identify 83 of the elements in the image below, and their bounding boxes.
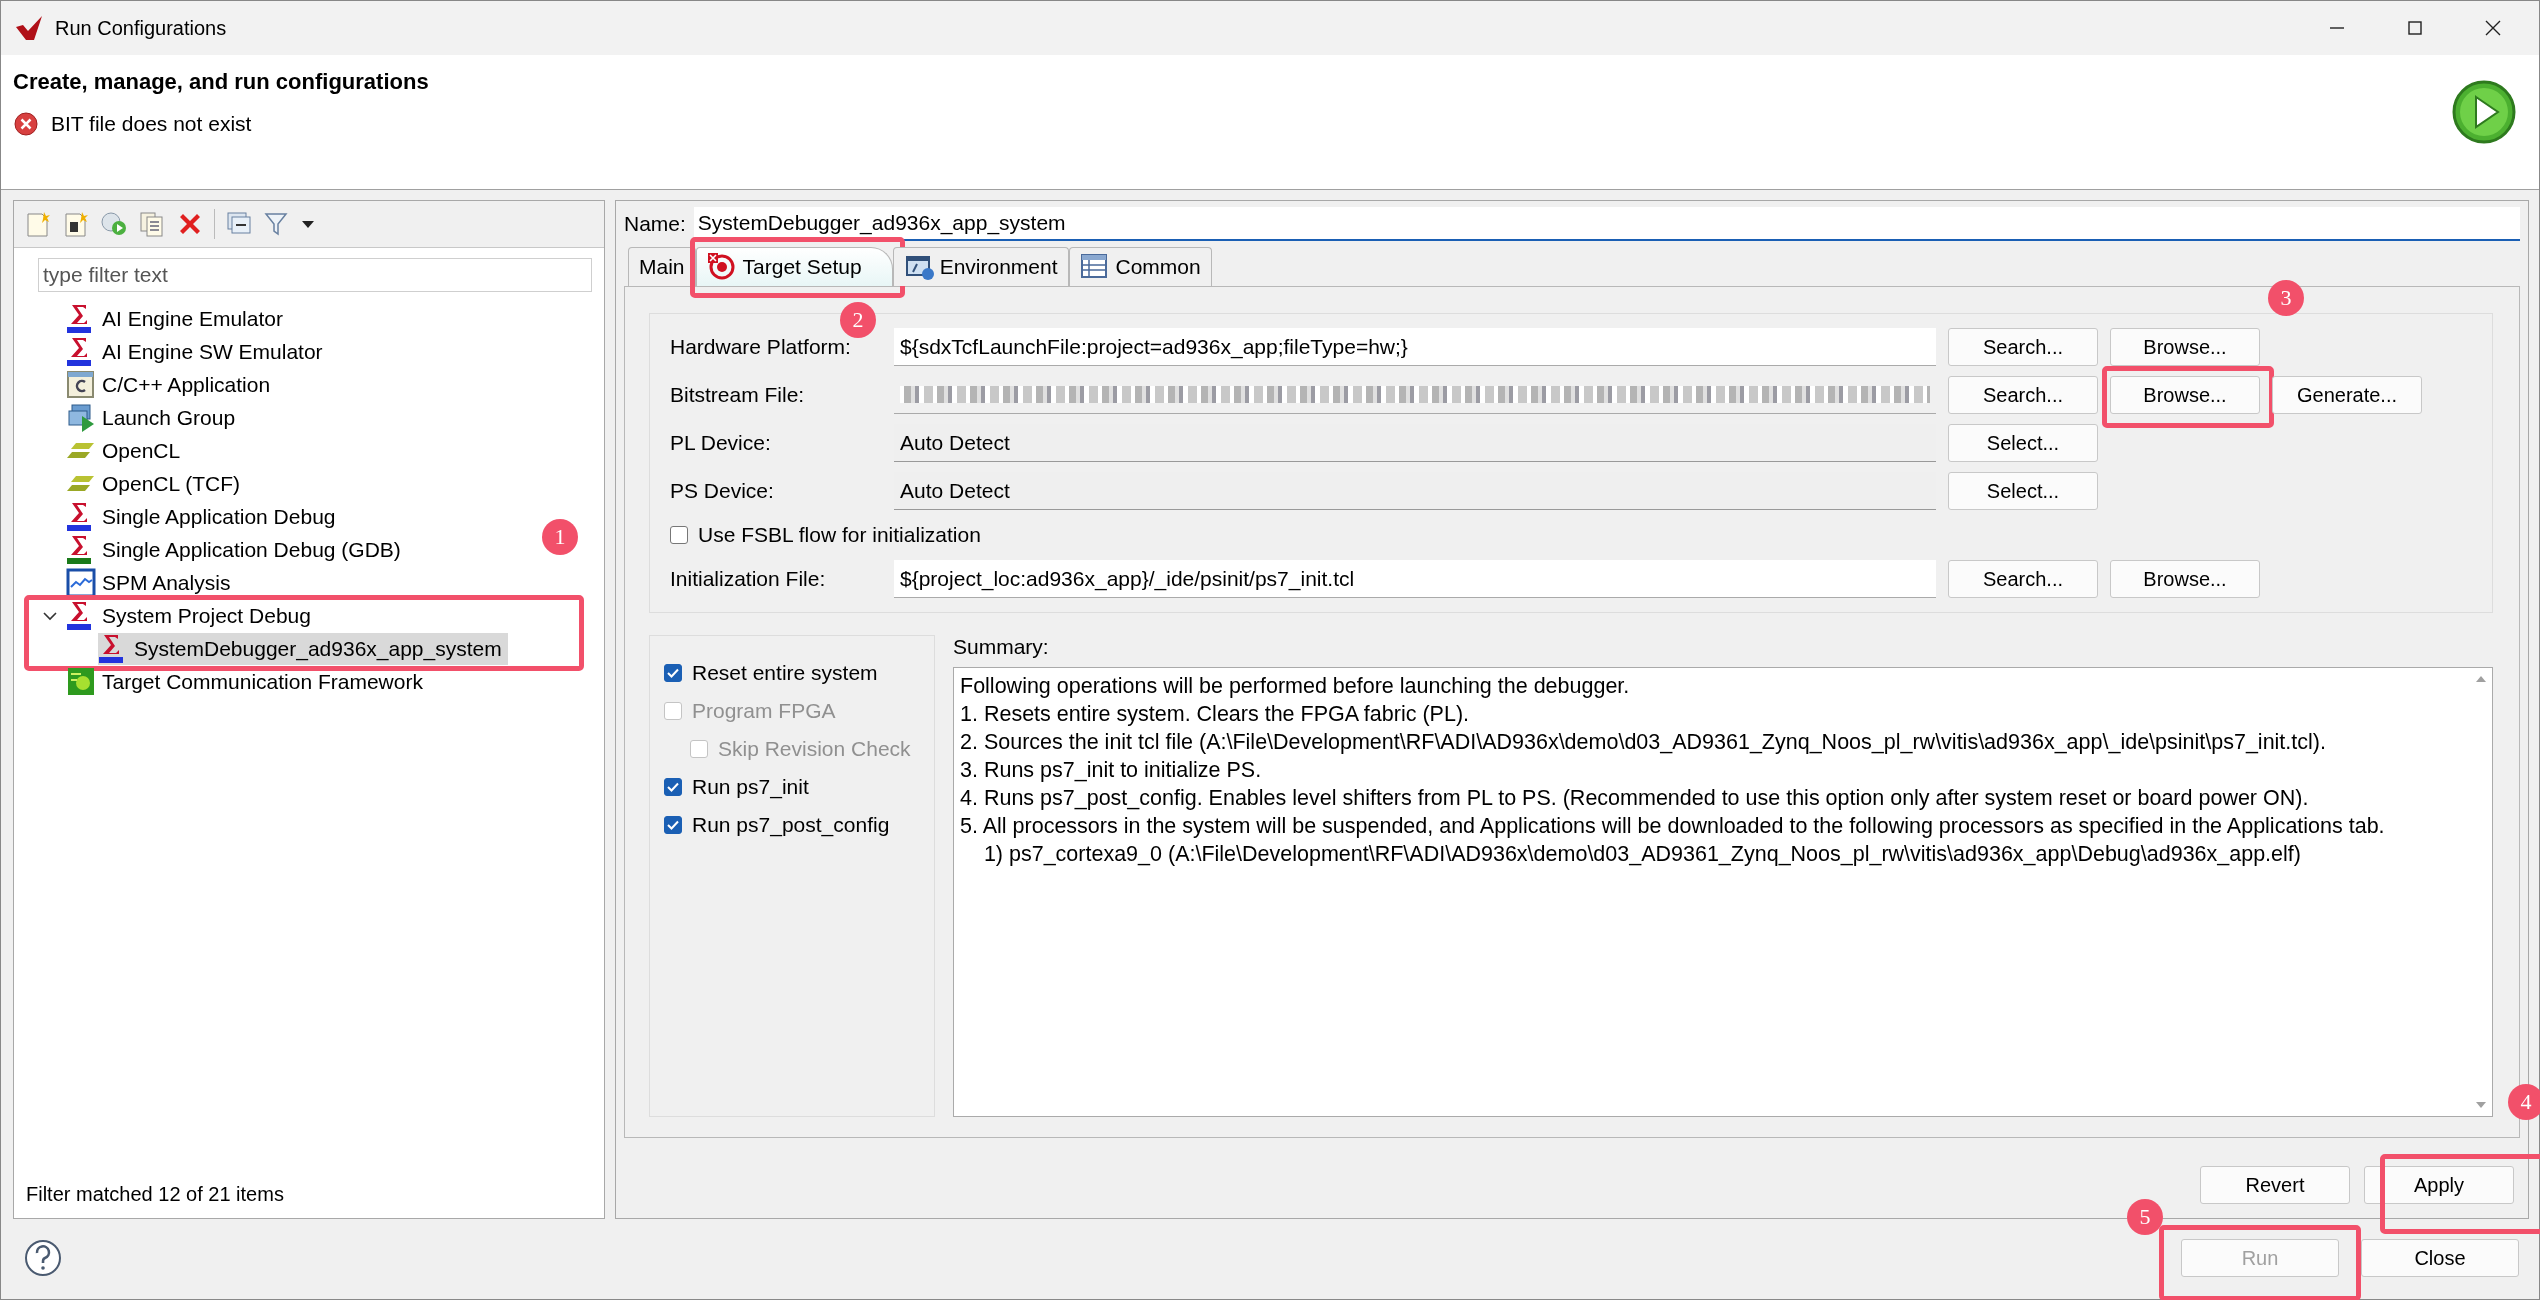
dialog-heading: Create, manage, and run configurations [13,69,429,95]
checkbox-label: Use FSBL flow for initialization [698,523,981,547]
tab[interactable]: Target Setup [695,247,893,286]
push-button[interactable]: Close [2361,1239,2519,1277]
tab[interactable]: Main [628,247,696,286]
tree-item[interactable]: OpenCL [66,434,187,467]
push-button[interactable]: Search... [1948,328,2098,366]
tab[interactable]: Environment [892,247,1069,286]
field-label: PS Device: [670,479,775,503]
tree-item[interactable]: C/C++ Application [66,368,277,401]
callout-badge: 2 [840,302,877,338]
push-button[interactable]: Apply [2364,1166,2514,1204]
text-field[interactable]: ${project_loc:ad936x_app}/_ide/psinit/ps7_init.tcl [894,560,1936,598]
checkbox[interactable] [664,664,682,682]
tree-item[interactable]: System Project Debug [66,599,317,632]
push-button[interactable]: Search... [1948,560,2098,598]
close-icon[interactable] [2483,18,2503,38]
window-icon [66,368,96,401]
push-button[interactable]: Search... [1948,376,2098,414]
checkbox[interactable] [670,526,688,544]
summary-line: 4. Runs ps7_post_config. Enables level shifters from PL to PS. (Recommended to use this option only after system reset or board power ON). [960,785,2310,812]
tree-item[interactable]: OpenCL (TCF) [66,467,247,500]
target-icon [706,252,737,282]
summary-line: 3. Runs ps7_init to initialize PS. [960,757,1263,784]
filter-field[interactable]: type filter text [38,258,592,292]
push-button[interactable]: Revert [2200,1166,2350,1204]
callout-badge: 4 [2508,1084,2540,1120]
summary-line: 1) ps7_cortexa9_0 (A:\File\Development\RF\ADI\AD936x\demo\d03_AD9361_Zynq_Noos_pl_rw\vitis\ad936x_app\Debug\ad936x_app.elf) [982,841,2302,868]
window-title: Run Configurations [55,16,227,40]
field-label: PL Device: [670,431,772,455]
summary-label: Summary: [953,635,1050,659]
text-field[interactable]: ${sdxTcfLaunchFile:project=ad936x_app;fileType=hw;} [894,328,1936,366]
name-label: Name: [624,212,686,236]
tree-item[interactable]: Single Application Debug [66,500,342,533]
callout-badge: 1 [542,519,578,555]
duplicate-launch-icon[interactable] [100,210,128,238]
tree-item[interactable]: Target Communication Framework [66,665,429,698]
tree-item[interactable]: Launch Group [66,401,242,434]
push-button[interactable]: Browse... [2110,560,2260,598]
summary-line: Following operations will be performed before launching the debugger. [960,673,1631,700]
checkbox[interactable] [664,778,682,796]
new-prototype-icon[interactable] [62,210,90,238]
dropdown-caret-icon[interactable] [301,219,315,229]
push-button[interactable]: Select... [1948,424,2098,462]
callout-badge: 5 [2127,1199,2163,1235]
checkbox[interactable] [664,816,682,834]
summary-line: 2. Sources the init tcl file (A:\File\Development\RF\ADI\AD936x\demo\d03_AD9361_Zynq_Noos_pl_rw\vitis\ad936x_app\_ide\psinit\ps7_init.tcl). [960,729,2327,756]
push-button[interactable]: Browse... [2110,328,2260,366]
tree-item[interactable]: SystemDebugger_ad936x_app_system [98,632,508,665]
circuit-icon [66,665,96,698]
push-button[interactable]: Browse... [2110,376,2260,414]
check-icon [666,666,680,680]
launch-icon [66,401,96,434]
scroll-up-icon[interactable] [2475,674,2487,684]
summary-line: 5. All processors in the system will be suspended, and Applications will be downloaded to the following processors as specified in the Applications tab. [960,813,2386,840]
tree-item[interactable]: AI Engine SW Emulator [66,335,329,368]
filter-status: Filter matched 12 of 21 items [25,1183,285,1207]
scroll-down-icon[interactable] [2475,1100,2487,1110]
error-icon [13,111,39,137]
help-icon[interactable] [23,1238,63,1278]
tree-item[interactable]: SPM Analysis [66,566,237,599]
callout-badge: 3 [2268,280,2304,316]
copy-icon[interactable] [138,210,166,238]
check-icon [666,780,680,794]
checkbox-label: Reset entire system [692,661,878,685]
field-label: Initialization File: [670,567,827,591]
check-icon [666,818,680,832]
checkbox-label: Skip Revision Check [718,737,911,761]
tree-item[interactable]: Single Application Debug (GDB) [66,533,407,566]
checkbox-label: Run ps7_post_config [692,813,890,837]
tab[interactable]: Common [1068,247,1212,286]
field-label: Hardware Platform: [670,335,852,359]
tree-item[interactable]: AI Engine Emulator [66,302,289,335]
play-icon [2451,79,2517,145]
checkbox-label: Program FPGA [692,699,836,723]
summary-line: 1. Resets entire system. Clears the FPGA fabric (PL). [960,701,1470,728]
name-field[interactable]: SystemDebugger_ad936x_app_system [693,207,2520,241]
maximize-icon[interactable] [2405,18,2425,38]
field-label: Bitstream File: [670,383,806,407]
push-button[interactable]: Generate... [2272,376,2422,414]
push-button[interactable]: Select... [1948,472,2098,510]
checkbox-label: Run ps7_init [692,775,809,799]
error-message: BIT file does not exist [51,112,252,136]
